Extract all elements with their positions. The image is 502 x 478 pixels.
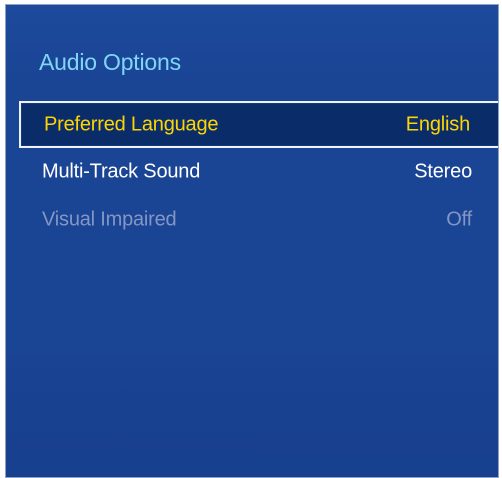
audio-options-menu: Preferred Language English Multi-Track S… [19,101,498,244]
menu-item-label: Visual Impaired [42,208,177,230]
menu-item-label: Multi-Track Sound [42,160,201,182]
menu-item-value: English [405,113,470,135]
panel-title: Audio Options [39,49,181,75]
menu-item-visual-impaired: Visual Impaired Off [19,195,498,244]
audio-options-panel: Audio Options Preferred Language English… [5,4,499,478]
menu-item-multi-track-sound[interactable]: Multi-Track Sound Stereo [19,148,498,195]
menu-item-preferred-language[interactable]: Preferred Language English [19,101,498,148]
menu-item-label: Preferred Language [44,113,219,135]
menu-item-value: Stereo [414,160,472,182]
menu-item-value: Off [446,208,472,230]
